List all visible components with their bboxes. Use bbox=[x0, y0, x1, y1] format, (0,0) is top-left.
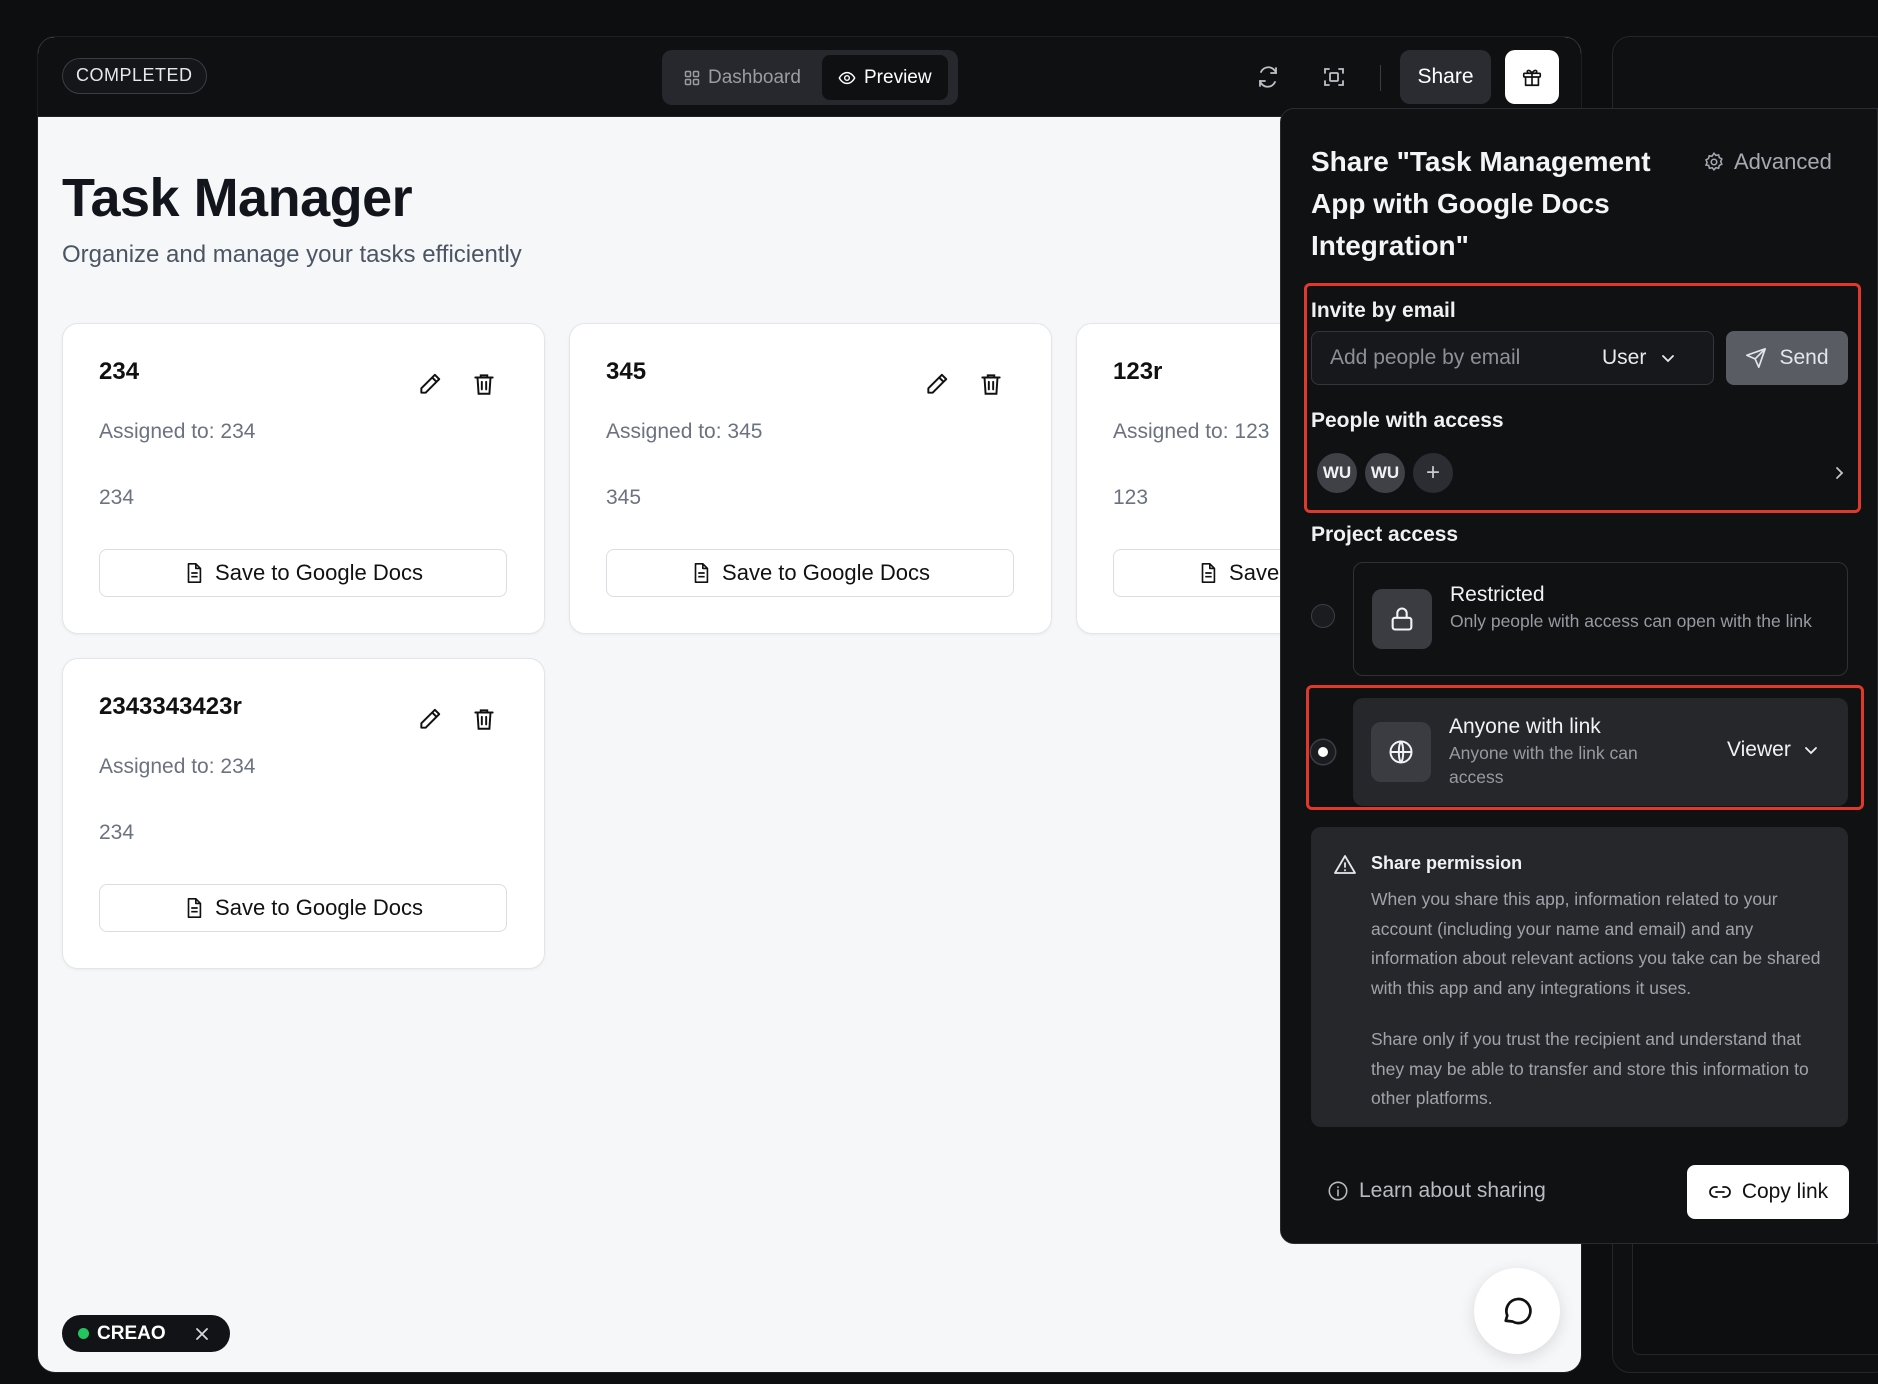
creao-badge[interactable]: CREAO bbox=[62, 1315, 230, 1352]
share-dialog: Share "Task Management App with Google D… bbox=[1280, 108, 1878, 1244]
option-restricted-description: Only people with access can open with th… bbox=[1450, 611, 1812, 631]
page-subtitle: Organize and manage your tasks efficient… bbox=[62, 241, 522, 268]
permission-paragraph: When you share this app, information rel… bbox=[1371, 889, 1821, 998]
eye-icon bbox=[838, 69, 856, 87]
share-dialog-title: Share "Task Management App with Google D… bbox=[1311, 146, 1651, 261]
task-assignee: Assigned to: 234 bbox=[99, 755, 256, 778]
save-button-label: Save to Google Docs bbox=[215, 895, 423, 920]
task-card: 234 Assigned to: 234 234 Save to Google … bbox=[62, 323, 545, 634]
invite-email-group: User bbox=[1311, 331, 1714, 385]
task-description: 123 bbox=[1113, 486, 1149, 509]
trash-icon[interactable] bbox=[471, 371, 497, 397]
task-assignee: Assigned to: 123 bbox=[1113, 420, 1270, 443]
role-select[interactable]: User bbox=[1602, 332, 1676, 384]
chat-button[interactable] bbox=[1474, 1268, 1560, 1354]
add-person-button[interactable]: + bbox=[1411, 451, 1455, 495]
status-dot bbox=[78, 1328, 89, 1339]
send-button[interactable]: Send bbox=[1726, 331, 1848, 385]
save-button-label: Save to Google Docs bbox=[722, 560, 930, 585]
lock-icon bbox=[1372, 589, 1432, 649]
pencil-icon[interactable] bbox=[417, 371, 443, 397]
task-card: 2343343423r Assigned to: 234 234 Save to… bbox=[62, 658, 545, 969]
view-switcher: Dashboard Preview bbox=[662, 50, 958, 105]
gear-icon bbox=[1703, 151, 1725, 173]
creao-label: CREAO bbox=[97, 1322, 166, 1344]
task-title: 2343343423r bbox=[99, 693, 242, 720]
save-to-google-docs-button[interactable]: Save to Google Docs bbox=[99, 884, 507, 932]
radio-restricted[interactable] bbox=[1311, 604, 1335, 628]
task-card: 345 Assigned to: 345 345 Save to Google … bbox=[569, 323, 1052, 634]
invite-label: Invite by email bbox=[1311, 299, 1456, 322]
share-permission-notice: Share permission When you share this app… bbox=[1311, 827, 1848, 1127]
send-label: Send bbox=[1779, 346, 1829, 369]
permission-paragraph: Share only if you trust the recipient an… bbox=[1371, 1029, 1809, 1108]
chevron-down-icon bbox=[1660, 350, 1676, 366]
tab-preview-label: Preview bbox=[864, 66, 932, 88]
send-icon bbox=[1745, 347, 1767, 369]
document-icon bbox=[1197, 562, 1219, 584]
gift-icon bbox=[1521, 66, 1543, 88]
document-icon bbox=[183, 562, 205, 584]
avatar[interactable]: WU bbox=[1363, 451, 1407, 495]
permission-title: Share permission bbox=[1371, 853, 1523, 873]
close-icon[interactable] bbox=[194, 1326, 210, 1342]
task-assignee: Assigned to: 234 bbox=[99, 420, 256, 443]
option-link-title: Anyone with link bbox=[1449, 715, 1601, 738]
globe-icon bbox=[1371, 722, 1431, 782]
option-restricted-title: Restricted bbox=[1450, 583, 1545, 606]
document-icon bbox=[690, 562, 712, 584]
refresh-icon[interactable] bbox=[1254, 63, 1282, 91]
advanced-button[interactable]: Advanced bbox=[1703, 149, 1832, 175]
top-bar: COMPLETED Dashboard Preview Share bbox=[38, 37, 1581, 117]
save-to-google-docs-button[interactable]: Save to Google Docs bbox=[606, 549, 1014, 597]
task-title: 345 bbox=[606, 358, 647, 385]
project-access-label: Project access bbox=[1311, 523, 1459, 546]
learn-label: Learn about sharing bbox=[1359, 1179, 1546, 1202]
tab-dashboard-label: Dashboard bbox=[708, 66, 801, 88]
task-title: 123r bbox=[1113, 358, 1163, 385]
tab-preview[interactable]: Preview bbox=[822, 55, 948, 100]
task-description: 234 bbox=[99, 821, 135, 844]
trash-icon[interactable] bbox=[978, 371, 1004, 397]
link-role-select[interactable]: Viewer bbox=[1727, 738, 1819, 762]
document-icon bbox=[183, 897, 205, 919]
save-button-label: Save to Google Docs bbox=[215, 560, 423, 585]
task-description: 345 bbox=[606, 486, 642, 509]
chevron-right-icon[interactable] bbox=[1832, 465, 1846, 481]
task-assignee: Assigned to: 345 bbox=[606, 420, 763, 443]
option-anyone-with-link[interactable]: Anyone with link Anyone with the link ca… bbox=[1353, 698, 1848, 806]
link-role-value: Viewer bbox=[1727, 738, 1791, 761]
pencil-icon[interactable] bbox=[924, 371, 950, 397]
people-label: People with access bbox=[1311, 409, 1504, 432]
save-to-google-docs-button[interactable]: Save to Google Docs bbox=[99, 549, 507, 597]
chat-bubble-icon bbox=[1499, 1293, 1535, 1329]
avatar[interactable]: WU bbox=[1315, 451, 1359, 495]
side-window-inner bbox=[1632, 1240, 1878, 1355]
copy-link-label: Copy link bbox=[1741, 1180, 1829, 1203]
page-title: Task Manager bbox=[62, 168, 413, 228]
learn-about-sharing-link[interactable]: Learn about sharing bbox=[1327, 1179, 1546, 1203]
warning-icon bbox=[1333, 853, 1357, 877]
toolbar-divider bbox=[1380, 65, 1381, 91]
option-link-description: Anyone with the link can access bbox=[1449, 743, 1638, 787]
copy-link-button[interactable]: Copy link bbox=[1687, 1165, 1849, 1219]
chevron-down-icon bbox=[1803, 742, 1819, 758]
info-icon bbox=[1327, 1180, 1349, 1202]
grid-icon bbox=[684, 70, 700, 86]
radio-anyone-with-link[interactable] bbox=[1311, 740, 1335, 764]
link-icon bbox=[1708, 1180, 1732, 1204]
tab-dashboard[interactable]: Dashboard bbox=[668, 55, 817, 100]
email-input[interactable] bbox=[1312, 332, 1592, 384]
gift-button[interactable] bbox=[1505, 50, 1559, 104]
task-description: 234 bbox=[99, 486, 135, 509]
trash-icon[interactable] bbox=[471, 706, 497, 732]
option-restricted[interactable]: Restricted Only people with access can o… bbox=[1353, 562, 1848, 676]
status-badge: COMPLETED bbox=[62, 58, 207, 94]
advanced-label: Advanced bbox=[1734, 149, 1832, 174]
share-button[interactable]: Share bbox=[1400, 50, 1491, 104]
role-value: User bbox=[1602, 346, 1647, 369]
task-title: 234 bbox=[99, 358, 140, 385]
fullscreen-icon[interactable] bbox=[1320, 63, 1348, 91]
pencil-icon[interactable] bbox=[417, 706, 443, 732]
